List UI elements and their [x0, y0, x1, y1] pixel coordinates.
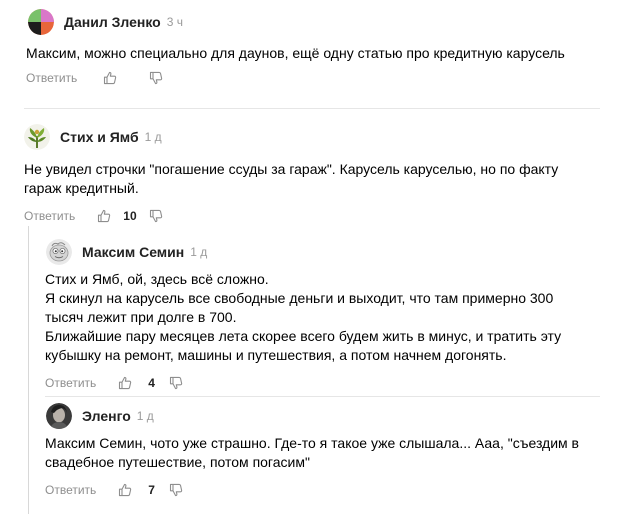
thumbs-down-icon: [149, 209, 162, 223]
comment-author[interactable]: Стих и Ямб: [60, 129, 139, 145]
comment-line: Ближайшие пару месяцев лета скорее всего…: [45, 328, 562, 344]
reply-button[interactable]: Ответить: [45, 483, 96, 497]
thumbs-up-icon: [98, 209, 111, 223]
comment-header: Эленго 1 д: [46, 402, 579, 430]
like-button[interactable]: [116, 481, 134, 499]
avatar[interactable]: [28, 9, 54, 35]
comment-text: Максим Семин, чото уже страшно. Где-то я…: [45, 434, 579, 472]
comment-actions: Ответить: [26, 68, 565, 88]
comment-author[interactable]: Максим Семин: [82, 244, 184, 260]
reply-thread-line: [28, 226, 29, 514]
reply-comment: Максим Семин 1 д Стих и Ямб, ой, здесь в…: [45, 238, 561, 393]
dislike-button[interactable]: [147, 207, 165, 225]
comment-text: Не увидел строчки "погашение ссуды за га…: [24, 160, 558, 198]
comment-line: кубышку на ремонт, машины и путешествия,…: [45, 347, 507, 363]
comment-header: Максим Семин 1 д: [46, 238, 561, 266]
avatar[interactable]: [46, 239, 72, 265]
comment-line: Стих и Ямб, ой, здесь всё сложно.: [45, 271, 269, 287]
dislike-button[interactable]: [147, 69, 165, 87]
comment-time: 1 д: [190, 245, 208, 259]
like-button[interactable]: [101, 69, 119, 87]
green-plant-avatar-icon: [24, 124, 50, 150]
comment-text: Стих и Ямб, ой, здесь всё сложно. Я скин…: [45, 270, 561, 365]
comment-line: Не увидел строчки "погашение ссуды за га…: [24, 161, 559, 177]
reply-comment: Эленго 1 д Максим Семин, чото уже страшн…: [45, 402, 579, 500]
like-count: 4: [148, 376, 155, 390]
dislike-button[interactable]: [167, 481, 185, 499]
photo-avatar-icon: [46, 403, 72, 429]
like-count: 10: [123, 209, 137, 223]
avatar[interactable]: [46, 403, 72, 429]
comment-header: Данил Зленко 3 ч: [28, 8, 565, 36]
like-button[interactable]: [95, 207, 113, 225]
comment-header: Стих и Ямб 1 д: [24, 123, 558, 151]
comment-line: свадебное путешествие, потом погасим": [45, 454, 310, 470]
comment-line: Максим, можно специально для даунов, ещё…: [26, 45, 565, 61]
comment: Данил Зленко 3 ч Максим, можно специальн…: [26, 8, 565, 88]
reply-button[interactable]: Ответить: [24, 209, 75, 223]
comment-text: Максим, можно специально для даунов, ещё…: [26, 44, 565, 63]
comment-actions: Ответить 10: [24, 206, 558, 226]
cartoon-face-avatar-icon: [46, 239, 72, 265]
thumbs-up-icon: [104, 71, 117, 85]
comment-time: 3 ч: [166, 15, 183, 29]
comment-line: Максим Семин, чото уже страшно. Где-то я…: [45, 435, 579, 451]
like-count: 7: [148, 483, 155, 497]
thumbs-down-icon: [150, 71, 163, 85]
thumbs-down-icon: [169, 376, 183, 390]
comment-time: 1 д: [136, 409, 154, 423]
like-button[interactable]: [116, 374, 134, 392]
comment-actions: Ответить 7: [45, 480, 579, 500]
comment-actions: Ответить 4: [45, 373, 561, 393]
comment-divider: [45, 396, 600, 397]
dislike-button[interactable]: [167, 374, 185, 392]
thumbs-up-icon: [119, 483, 132, 497]
comment-author[interactable]: Данил Зленко: [64, 14, 161, 30]
comment-author[interactable]: Эленго: [82, 408, 131, 424]
reply-button[interactable]: Ответить: [45, 376, 96, 390]
colorful-circle-avatar-icon: [28, 9, 54, 35]
reply-button[interactable]: Ответить: [26, 71, 77, 85]
thumbs-down-icon: [169, 483, 183, 497]
comment: Стих и Ямб 1 д Не увидел строчки "погаше…: [24, 123, 558, 226]
comment-line: Я скинул на карусель все свободные деньг…: [45, 290, 554, 306]
thumbs-up-icon: [119, 376, 132, 390]
comment-divider: [24, 108, 600, 109]
comment-line: тысяч лежит при долге в 700.: [45, 309, 237, 325]
comment-time: 1 д: [144, 130, 162, 144]
comment-line: гараж кредитный.: [24, 180, 139, 196]
avatar[interactable]: [24, 124, 50, 150]
